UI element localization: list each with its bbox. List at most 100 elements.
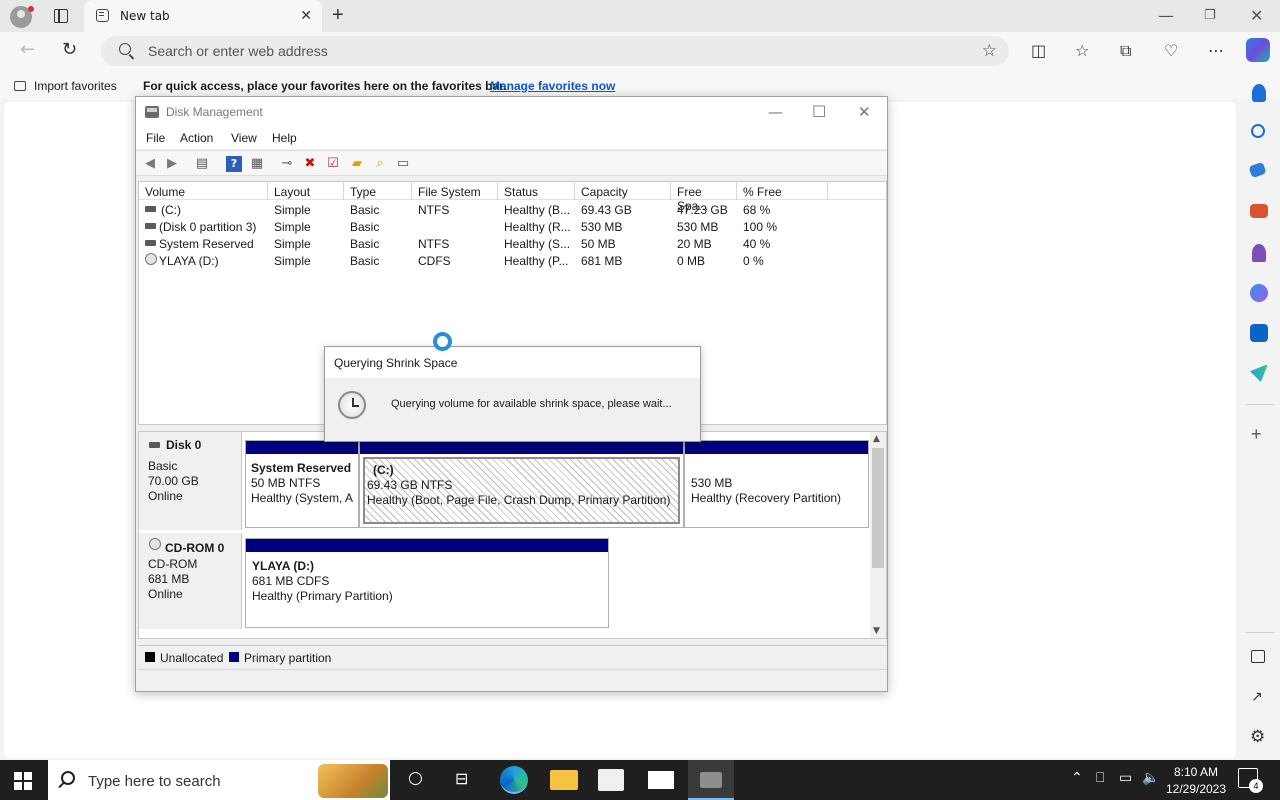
- volume-row[interactable]: YLAYA (D:) Simple Basic CDFS Healthy (P.…: [139, 252, 886, 269]
- partition-body: 530 MB Healthy (Recovery Partition): [688, 457, 865, 524]
- partition-c[interactable]: (C:) 69.43 GB NTFS Healthy (Boot, Page F…: [359, 440, 684, 528]
- dm-minimize-button[interactable]: —: [768, 103, 783, 121]
- search-highlight-illustration-icon: [318, 764, 388, 798]
- dm-close-button[interactable]: ✕: [858, 103, 871, 121]
- volume-row[interactable]: (C:) Simple Basic NTFS Healthy (B... 69.…: [139, 201, 886, 218]
- col-file-system[interactable]: File System: [412, 182, 498, 200]
- browser-close-button[interactable]: ✕: [1250, 6, 1263, 25]
- search-folder-icon[interactable]: ⌕: [372, 156, 388, 172]
- microsoft-365-icon[interactable]: [1250, 284, 1268, 302]
- cdrom-0-label[interactable]: CD-ROM 0 CD-ROM 681 MB Online: [139, 533, 242, 629]
- browser-minimize-button[interactable]: —: [1158, 6, 1174, 25]
- connect-icon[interactable]: ⊸: [279, 156, 295, 172]
- disk-management-taskbar-button[interactable]: [688, 760, 734, 800]
- disk-legend: Unallocated Primary partition: [138, 645, 887, 667]
- partition-ylaya-d[interactable]: YLAYA (D:) 681 MB CDFS Healthy (Primary …: [245, 538, 609, 628]
- windows-start-icon[interactable]: [14, 772, 32, 790]
- cortana-icon[interactable]: ○: [408, 768, 423, 788]
- favorite-star-icon[interactable]: ☆: [982, 41, 997, 61]
- disk-0-label[interactable]: Disk 0 Basic 70.00 GB Online: [139, 432, 242, 530]
- taskbar-clock[interactable]: 8:10 AM 12/29/2023: [1163, 764, 1229, 798]
- help-icon[interactable]: ?: [226, 156, 242, 172]
- col-volume[interactable]: Volume: [139, 182, 268, 200]
- scroll-up-icon[interactable]: ▲: [873, 434, 880, 444]
- scroll-down-icon[interactable]: ▼: [873, 626, 880, 636]
- disk-state: Online: [148, 489, 183, 503]
- tab-actions-icon[interactable]: [54, 9, 68, 23]
- import-favorites-button[interactable]: Import favorites: [14, 79, 117, 93]
- dm-maximize-button[interactable]: ☐: [812, 102, 826, 121]
- menu-help[interactable]: Help: [272, 131, 297, 145]
- address-bar[interactable]: ☆: [101, 36, 1009, 66]
- menu-action[interactable]: Action: [180, 131, 213, 145]
- hide-sidebar-icon[interactable]: [1251, 650, 1265, 663]
- notifications-bell-icon[interactable]: [1252, 84, 1266, 102]
- col-status[interactable]: Status: [498, 182, 575, 200]
- search-sidebar-icon[interactable]: [1251, 124, 1265, 138]
- view-settings-icon[interactable]: ▭: [395, 156, 411, 172]
- edge-taskbar-icon[interactable]: [500, 766, 528, 794]
- disk-drive-icon: [149, 442, 160, 448]
- partition-title: (C:): [373, 463, 394, 477]
- address-input[interactable]: [148, 42, 948, 60]
- browser-restore-button[interactable]: ❐: [1204, 8, 1216, 23]
- new-tab-button[interactable]: +: [332, 4, 344, 27]
- show-hide-console-tree-icon[interactable]: ▤: [194, 156, 210, 172]
- collections-icon[interactable]: ⧉: [1120, 41, 1131, 61]
- network-icon[interactable]: ▭: [1119, 770, 1132, 786]
- disk-kind: Basic: [148, 459, 178, 473]
- tab-new-tab[interactable]: New tab ✕: [84, 0, 322, 32]
- file-explorer-icon[interactable]: [550, 770, 578, 790]
- menu-view[interactable]: View: [231, 131, 257, 145]
- outlook-icon[interactable]: [1250, 324, 1268, 342]
- microsoft-store-icon[interactable]: [598, 769, 624, 791]
- sidebar-settings-gear-icon[interactable]: ⚙: [1250, 727, 1265, 747]
- refresh-icon[interactable]: ↻: [62, 39, 77, 60]
- delete-icon[interactable]: ✖: [302, 156, 318, 172]
- partition-system-reserved[interactable]: System Reserved 50 MB NTFS Healthy (Syst…: [245, 440, 359, 528]
- cell-capacity: 50 MB: [581, 237, 616, 251]
- disk-view-scrollbar[interactable]: ▲ ▼: [870, 432, 886, 638]
- taskbar-search-input[interactable]: [88, 772, 328, 790]
- device-icon[interactable]: ⎕: [1096, 770, 1104, 786]
- tab-title: New tab: [120, 9, 170, 23]
- more-options-icon[interactable]: ⋯: [1208, 41, 1224, 60]
- col-percent-free[interactable]: % Free: [737, 182, 828, 200]
- col-layout[interactable]: Layout: [268, 182, 344, 200]
- col-type[interactable]: Type: [344, 182, 412, 200]
- task-view-icon[interactable]: ⊟: [455, 769, 468, 788]
- volume-row[interactable]: (Disk 0 partition 3) Simple Basic Health…: [139, 218, 886, 235]
- volume-muted-icon[interactable]: 🔈: [1142, 770, 1159, 786]
- new-tab-favicon-icon: [96, 9, 109, 22]
- back-icon[interactable]: ◀: [142, 156, 158, 172]
- browser-essentials-icon[interactable]: ♡: [1164, 41, 1178, 60]
- col-free-space[interactable]: Free Spa...: [671, 182, 737, 213]
- send-icon[interactable]: [1250, 364, 1268, 382]
- check-icon[interactable]: ☑: [325, 156, 341, 172]
- tools-briefcase-icon[interactable]: [1250, 204, 1268, 218]
- favorites-icon[interactable]: ☆: [1075, 41, 1089, 60]
- mail-icon[interactable]: [648, 771, 674, 789]
- open-external-icon[interactable]: ↗: [1251, 689, 1263, 705]
- taskbar-search-box[interactable]: [48, 760, 390, 800]
- col-capacity[interactable]: Capacity: [575, 182, 671, 200]
- copilot-icon[interactable]: [1246, 38, 1270, 62]
- tab-close-icon[interactable]: ✕: [300, 7, 312, 24]
- show-hidden-icons-chevron-icon[interactable]: ⌃: [1071, 770, 1083, 786]
- forward-icon[interactable]: ▶: [164, 156, 180, 172]
- edge-sidebar: + ↗ ⚙: [1240, 72, 1280, 758]
- add-sidebar-app-icon[interactable]: +: [1251, 424, 1262, 445]
- unallocated-swatch: [145, 652, 155, 662]
- volume-row[interactable]: System Reserved Simple Basic NTFS Health…: [139, 235, 886, 252]
- cell-layout: Simple: [274, 220, 311, 234]
- scrollbar-thumb[interactable]: [872, 448, 884, 568]
- shopping-tag-icon[interactable]: [1248, 161, 1267, 179]
- menu-file[interactable]: File: [146, 131, 165, 145]
- back-arrow-icon[interactable]: ←: [20, 39, 35, 60]
- games-chess-icon[interactable]: [1252, 244, 1266, 262]
- manage-favorites-link[interactable]: Manage favorites now: [490, 79, 615, 93]
- properties-icon[interactable]: ▦: [249, 156, 265, 172]
- split-screen-icon[interactable]: ◫: [1031, 41, 1046, 60]
- folder-up-icon[interactable]: ▰: [349, 156, 365, 172]
- partition-recovery[interactable]: 530 MB Healthy (Recovery Partition): [684, 440, 869, 528]
